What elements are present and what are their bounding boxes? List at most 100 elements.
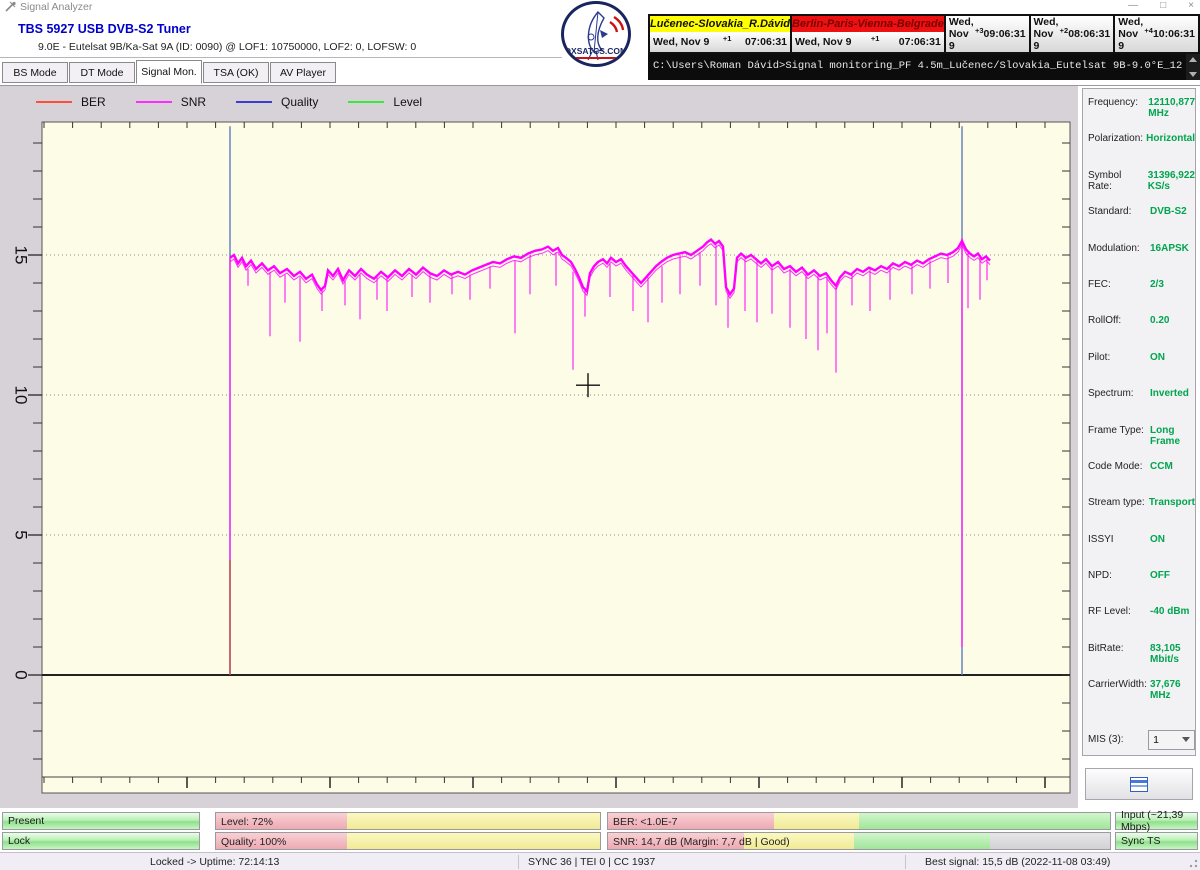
param-value: Long Frame xyxy=(1150,425,1195,447)
bar-label: SNR: 14,7 dB (Margin: 7,7 dB | Good) xyxy=(613,836,790,848)
mis-row: MIS (3): 1 xyxy=(1083,730,1195,750)
clock-date: Wed, Nov 9 xyxy=(1118,16,1144,52)
y-axis-label: 10 xyxy=(12,386,31,405)
param-label: RF Level: xyxy=(1088,606,1150,617)
mis-value: 1 xyxy=(1153,734,1159,746)
scroll-up-icon[interactable] xyxy=(1189,57,1197,62)
clock-date: Wed, Nov 9 xyxy=(1034,16,1060,52)
param-value: 12110,877 MHz xyxy=(1148,97,1195,119)
param-row: Spectrum:Inverted xyxy=(1083,388,1195,424)
status-badge-lock: Lock xyxy=(2,832,200,850)
status-best-signal: Best signal: 15,5 dB (2022-11-08 03:49) xyxy=(925,856,1110,868)
bar-segment-green xyxy=(854,833,990,849)
param-row: Frame Type:Long Frame xyxy=(1083,425,1195,461)
param-row: BitRate:83,105 Mbit/s xyxy=(1083,643,1195,679)
bar-segment-yellow xyxy=(774,813,859,829)
param-row: Standard:DVB-S2 xyxy=(1083,206,1195,242)
console-scrollbar[interactable] xyxy=(1186,54,1200,80)
status-separator xyxy=(518,855,519,869)
param-value: Inverted xyxy=(1150,388,1195,399)
tab-av-player[interactable]: AV Player xyxy=(270,62,336,83)
tab-dt-mode[interactable]: DT Mode xyxy=(69,62,135,83)
param-label: NPD: xyxy=(1088,570,1150,581)
status-badge-input-21-39-mbps-: Input (~21,39 Mbps) xyxy=(1115,812,1198,830)
tab-bs-mode[interactable]: BS Mode xyxy=(2,62,68,83)
progress-bar: Level: 72% xyxy=(215,812,601,830)
signal-analyzer-window: Signal Analyzer — □ × TBS 5927 USB DVB-S… xyxy=(0,0,1200,870)
param-row: Pilot:ON xyxy=(1083,352,1195,388)
bar-label: Level: 72% xyxy=(221,816,273,828)
param-value: -40 dBm xyxy=(1150,606,1195,617)
clock-time: Wed, Nov 9+107:06:31 xyxy=(792,32,944,52)
status-sync-counters: SYNC 36 | TEI 0 | CC 1937 xyxy=(528,856,655,868)
clock-value: 09:06:31 xyxy=(984,28,1026,40)
minimize-icon[interactable]: — xyxy=(1128,0,1138,12)
clock-date: Wed, Nov 9 xyxy=(653,36,709,48)
param-row: Polarization:Horizontal xyxy=(1083,133,1195,169)
param-value: CCM xyxy=(1150,461,1195,472)
parameter-panel: Frequency:12110,877 MHzPolarization:Hori… xyxy=(1082,88,1196,756)
logo-underline xyxy=(576,57,616,59)
tuner-name: TBS 5927 USB DVB-S2 Tuner xyxy=(18,22,191,36)
tab-signal-mon-[interactable]: Signal Mon. xyxy=(136,60,202,84)
param-label: BitRate: xyxy=(1088,643,1150,654)
world-clocks: Lučenec-Slovakia_R.DávidWed, Nov 9+107:0… xyxy=(648,14,1200,54)
clock-panel: Berlin-Paris-Vienna-BelgradeWed, Nov 9+1… xyxy=(790,14,944,54)
scroll-down-icon[interactable] xyxy=(1189,72,1197,77)
bar-segment-gray xyxy=(990,833,1110,849)
mis-label: MIS (3): xyxy=(1088,734,1148,745)
param-row: ISSYION xyxy=(1083,534,1195,570)
progress-bar: BER: <1.0E-7 xyxy=(607,812,1111,830)
chart-area: BERSNRQualityLevel 151050 xyxy=(0,86,1078,808)
clock-date: Wed, Nov 9 xyxy=(949,16,975,52)
close-icon[interactable]: × xyxy=(1188,0,1194,12)
maximize-icon[interactable]: □ xyxy=(1160,0,1166,12)
param-value: 0.20 xyxy=(1150,315,1195,326)
bar-segment-yellow xyxy=(347,813,600,829)
clock-utc-offset: +2 xyxy=(1060,26,1069,35)
status-separator xyxy=(905,855,906,869)
clock-utc-offset: +1 xyxy=(871,34,880,43)
clock-utc-offset: +1 xyxy=(723,34,732,43)
list-window-icon xyxy=(1130,777,1148,792)
param-label: Stream type: xyxy=(1088,497,1149,508)
y-axis-label: 0 xyxy=(12,670,31,679)
param-label: Polarization: xyxy=(1088,133,1146,144)
clock-panel: DubaiWed, Nov 9+410:06:31 xyxy=(1113,14,1200,54)
tab-tsa-ok-[interactable]: TSA (OK) xyxy=(203,62,269,83)
param-row: Symbol Rate:31396,922 KS/s xyxy=(1083,170,1195,206)
param-label: Modulation: xyxy=(1088,243,1150,254)
param-label: Code Mode: xyxy=(1088,461,1150,472)
clock-date: Wed, Nov 9 xyxy=(795,36,851,48)
param-value: OFF xyxy=(1150,570,1195,581)
param-label: Spectrum: xyxy=(1088,388,1150,399)
param-label: CarrierWidth: xyxy=(1088,679,1150,690)
console-command: C:\Users\Roman Dávid>Signal monitoring_P… xyxy=(653,60,1183,72)
param-label: Standard: xyxy=(1088,206,1150,217)
progress-bar: Quality: 100% xyxy=(215,832,601,850)
monitor-row: PresentLevel: 72%BER: <1.0E-7Input (~21,… xyxy=(0,812,1200,830)
window-title: Signal Analyzer xyxy=(20,1,92,13)
param-value: 16APSK xyxy=(1150,243,1195,254)
param-label: Pilot: xyxy=(1088,352,1150,363)
logo-text: DXSATCS.COM xyxy=(564,46,628,56)
param-label: RollOff: xyxy=(1088,315,1150,326)
clock-utc-offset: +4 xyxy=(1144,26,1153,35)
panel-button[interactable] xyxy=(1085,768,1193,800)
param-row: Code Mode:CCM xyxy=(1083,461,1195,497)
bar-segment-green xyxy=(859,813,1110,829)
param-value: 2/3 xyxy=(1150,279,1195,290)
signal-plot[interactable]: 151050 xyxy=(0,86,1078,808)
clock-time: Wed, Nov 9+410:06:31 xyxy=(1115,16,1198,52)
status-lock-uptime: Locked -> Uptime: 72:14:13 xyxy=(150,856,279,868)
mis-select[interactable]: 1 xyxy=(1148,730,1195,750)
param-row: CarrierWidth:37,676 MHz xyxy=(1083,679,1195,715)
clock-panel: Lučenec-Slovakia_R.DávidWed, Nov 9+107:0… xyxy=(648,14,790,54)
header-divider xyxy=(0,57,562,58)
param-value: Horizontal xyxy=(1146,133,1195,144)
resize-grip[interactable] xyxy=(1189,858,1199,868)
param-label: Frame Type: xyxy=(1088,425,1150,436)
plot-background xyxy=(42,122,1070,793)
param-value: ON xyxy=(1150,534,1195,545)
tuner-info: 9.0E - Eutelsat 9B/Ka-Sat 9A (ID: 0090) … xyxy=(38,41,416,53)
